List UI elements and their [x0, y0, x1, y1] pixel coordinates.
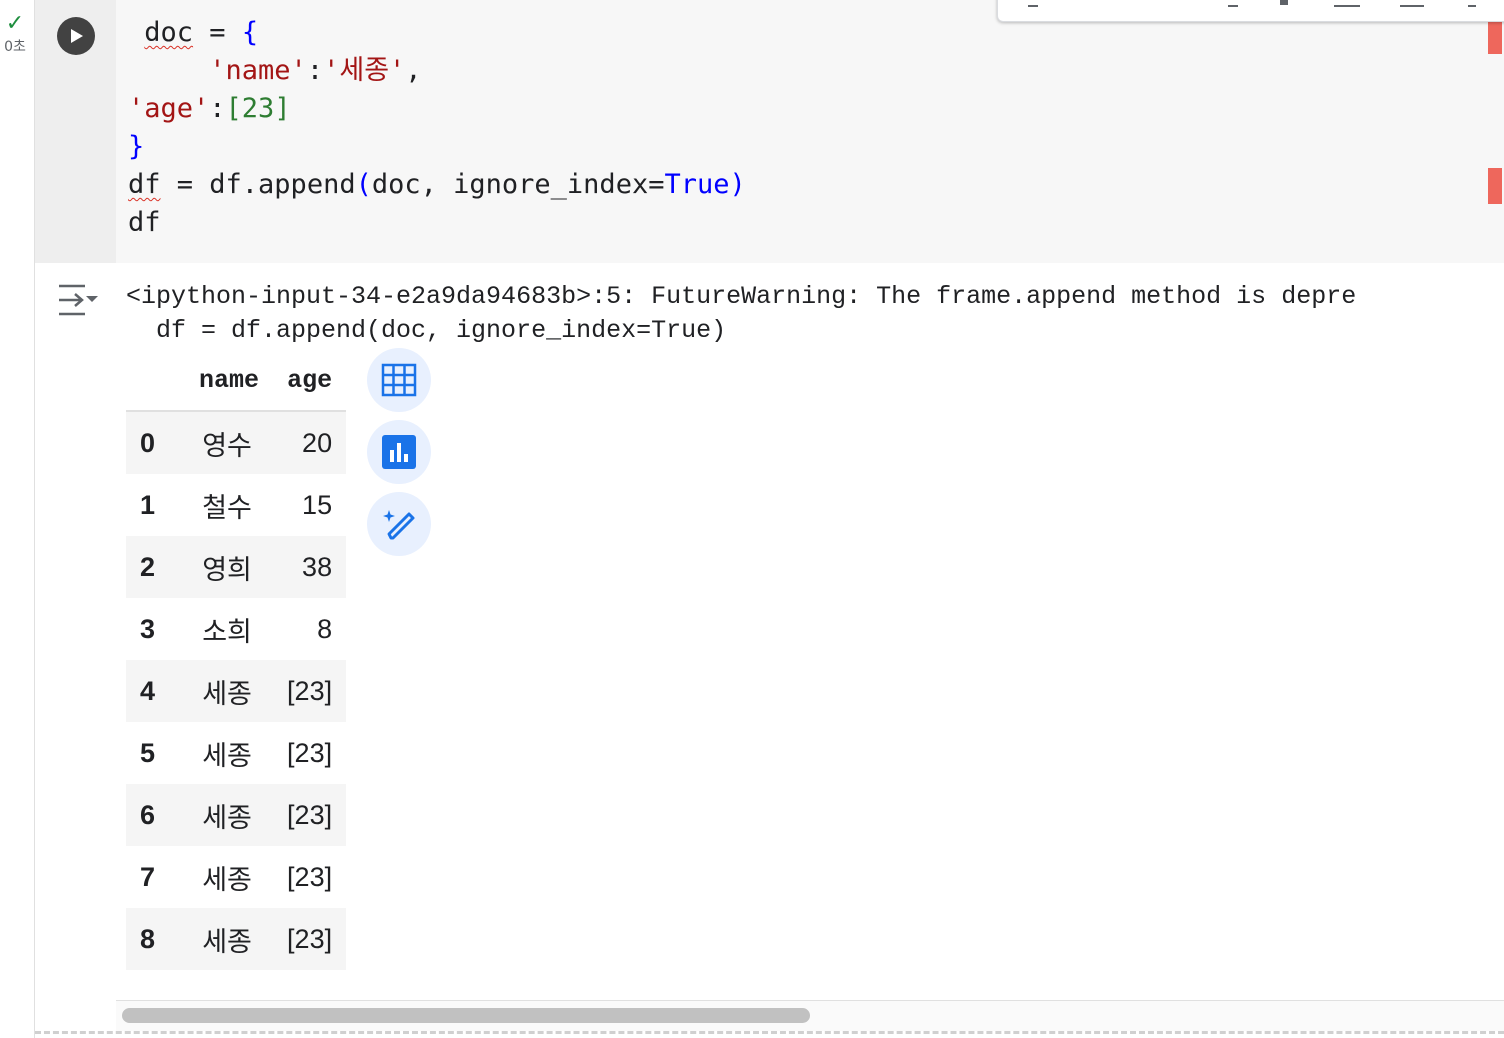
code-token: df — [128, 207, 161, 238]
table-row: 8 세종 [23] — [126, 908, 347, 970]
warning-line: df = df.append(doc, ignore_index=True) — [126, 316, 727, 345]
code-token: ) — [729, 169, 746, 200]
suggest-charts-button[interactable] — [367, 420, 431, 484]
code-token: ( — [355, 169, 372, 200]
table-row: 6 세종 [23] — [126, 784, 347, 846]
row-index-cell: 6 — [140, 799, 156, 830]
name-cell: 세종 — [202, 926, 252, 957]
row-index-cell: 1 — [140, 489, 156, 520]
row-index-cell: 5 — [140, 737, 156, 768]
table-icon — [381, 363, 417, 397]
check-icon: ✓ — [5, 11, 25, 36]
name-cell: 세종 — [202, 864, 252, 895]
code-token: doc, ignore_index= — [371, 169, 665, 200]
age-cell: [23] — [287, 675, 333, 706]
code-token: } — [128, 131, 145, 162]
arrow-up-icon[interactable] — [1028, 0, 1038, 7]
table-row: 5 세종 [23] — [126, 722, 346, 784]
table-row: 3 소희 8 — [126, 598, 346, 660]
exec-time-label: 0초 — [4, 39, 26, 55]
more-icon[interactable] — [1468, 0, 1476, 7]
play-icon — [71, 29, 83, 43]
code-token: 'name' — [209, 55, 307, 86]
name-cell: 세종 — [202, 678, 252, 709]
code-token: = df.append — [160, 169, 356, 200]
code-token: [23] — [225, 93, 291, 124]
output-toggle-button[interactable] — [55, 282, 101, 318]
code-token: { — [241, 17, 259, 48]
age-cell: 20 — [302, 427, 333, 458]
run-cell-button[interactable] — [57, 17, 95, 55]
code-token: = — [193, 17, 242, 48]
table-row: 4 세종 [23] — [126, 660, 347, 722]
row-index-cell: 4 — [140, 675, 156, 706]
age-cell: 8 — [317, 613, 333, 644]
age-cell: [23] — [287, 861, 333, 892]
table-row: 1 철수 15 — [126, 474, 346, 536]
code-token: '세종' — [323, 55, 406, 86]
code-token: 'age' — [128, 93, 210, 124]
age-cell: 38 — [302, 551, 333, 582]
name-cell: 영수 — [202, 430, 252, 461]
row-index-cell: 0 — [140, 427, 156, 458]
scrollbar-thumb[interactable] — [122, 1008, 810, 1023]
name-cell: 세종 — [202, 740, 252, 771]
name-cell: 소희 — [202, 616, 252, 647]
generate-code-button[interactable] — [367, 492, 431, 556]
table-row: 0 영수 20 — [126, 411, 347, 474]
index-header — [126, 350, 186, 412]
column-header-name: name — [185, 350, 274, 412]
bar-chart-icon — [382, 435, 416, 469]
code-token: : — [209, 93, 226, 124]
error-marker — [1488, 168, 1502, 204]
comment-icon[interactable] — [1280, 0, 1288, 5]
mirror-icon[interactable] — [1400, 0, 1424, 7]
settings-icon[interactable] — [1334, 0, 1360, 7]
name-cell: 세종 — [202, 802, 252, 833]
column-header-age: age — [273, 350, 347, 412]
name-cell: 철수 — [202, 492, 252, 523]
code-token: doc — [144, 17, 194, 48]
convert-to-interactive-button[interactable] — [367, 348, 431, 412]
table-header-row: name age — [126, 350, 347, 412]
age-cell: 15 — [302, 489, 333, 520]
code-editor[interactable]: doc = { 'name':'세종', 'age':[23] } df = d… — [128, 14, 746, 242]
cell-toolbar[interactable] — [997, 0, 1504, 22]
warning-line: <ipython-input-34-e2a9da94683b>:5: Futur… — [126, 282, 1357, 311]
row-index-cell: 8 — [140, 923, 156, 954]
age-cell: [23] — [287, 923, 333, 954]
warning-output: <ipython-input-34-e2a9da94683b>:5: Futur… — [126, 280, 1356, 348]
cell-exec-status: ✓ 0초 — [0, 11, 30, 56]
cell-divider — [35, 1031, 1504, 1034]
link-icon[interactable] — [1228, 0, 1238, 7]
row-index-cell: 2 — [140, 551, 156, 582]
error-marker — [1488, 18, 1502, 54]
table-row: 7 세종 [23] — [126, 846, 346, 908]
row-index-cell: 3 — [140, 613, 156, 644]
table-row: 2 영희 38 — [126, 536, 347, 598]
row-index-cell: 7 — [140, 861, 156, 892]
age-cell: [23] — [287, 799, 333, 830]
age-cell: [23] — [287, 737, 333, 768]
code-token: : — [306, 55, 324, 86]
code-token: df — [128, 169, 161, 200]
code-token: , — [405, 55, 422, 86]
output-collapse-icon — [59, 284, 98, 316]
dataframe-table: name age 0 영수 20 1 철수 15 2 영희 38 3 소희 8 4 세종 [23] 5 세종 [2… — [126, 350, 347, 970]
code-token: True — [664, 169, 730, 200]
magic-pencil-icon — [383, 510, 415, 540]
name-cell: 영희 — [202, 554, 252, 585]
